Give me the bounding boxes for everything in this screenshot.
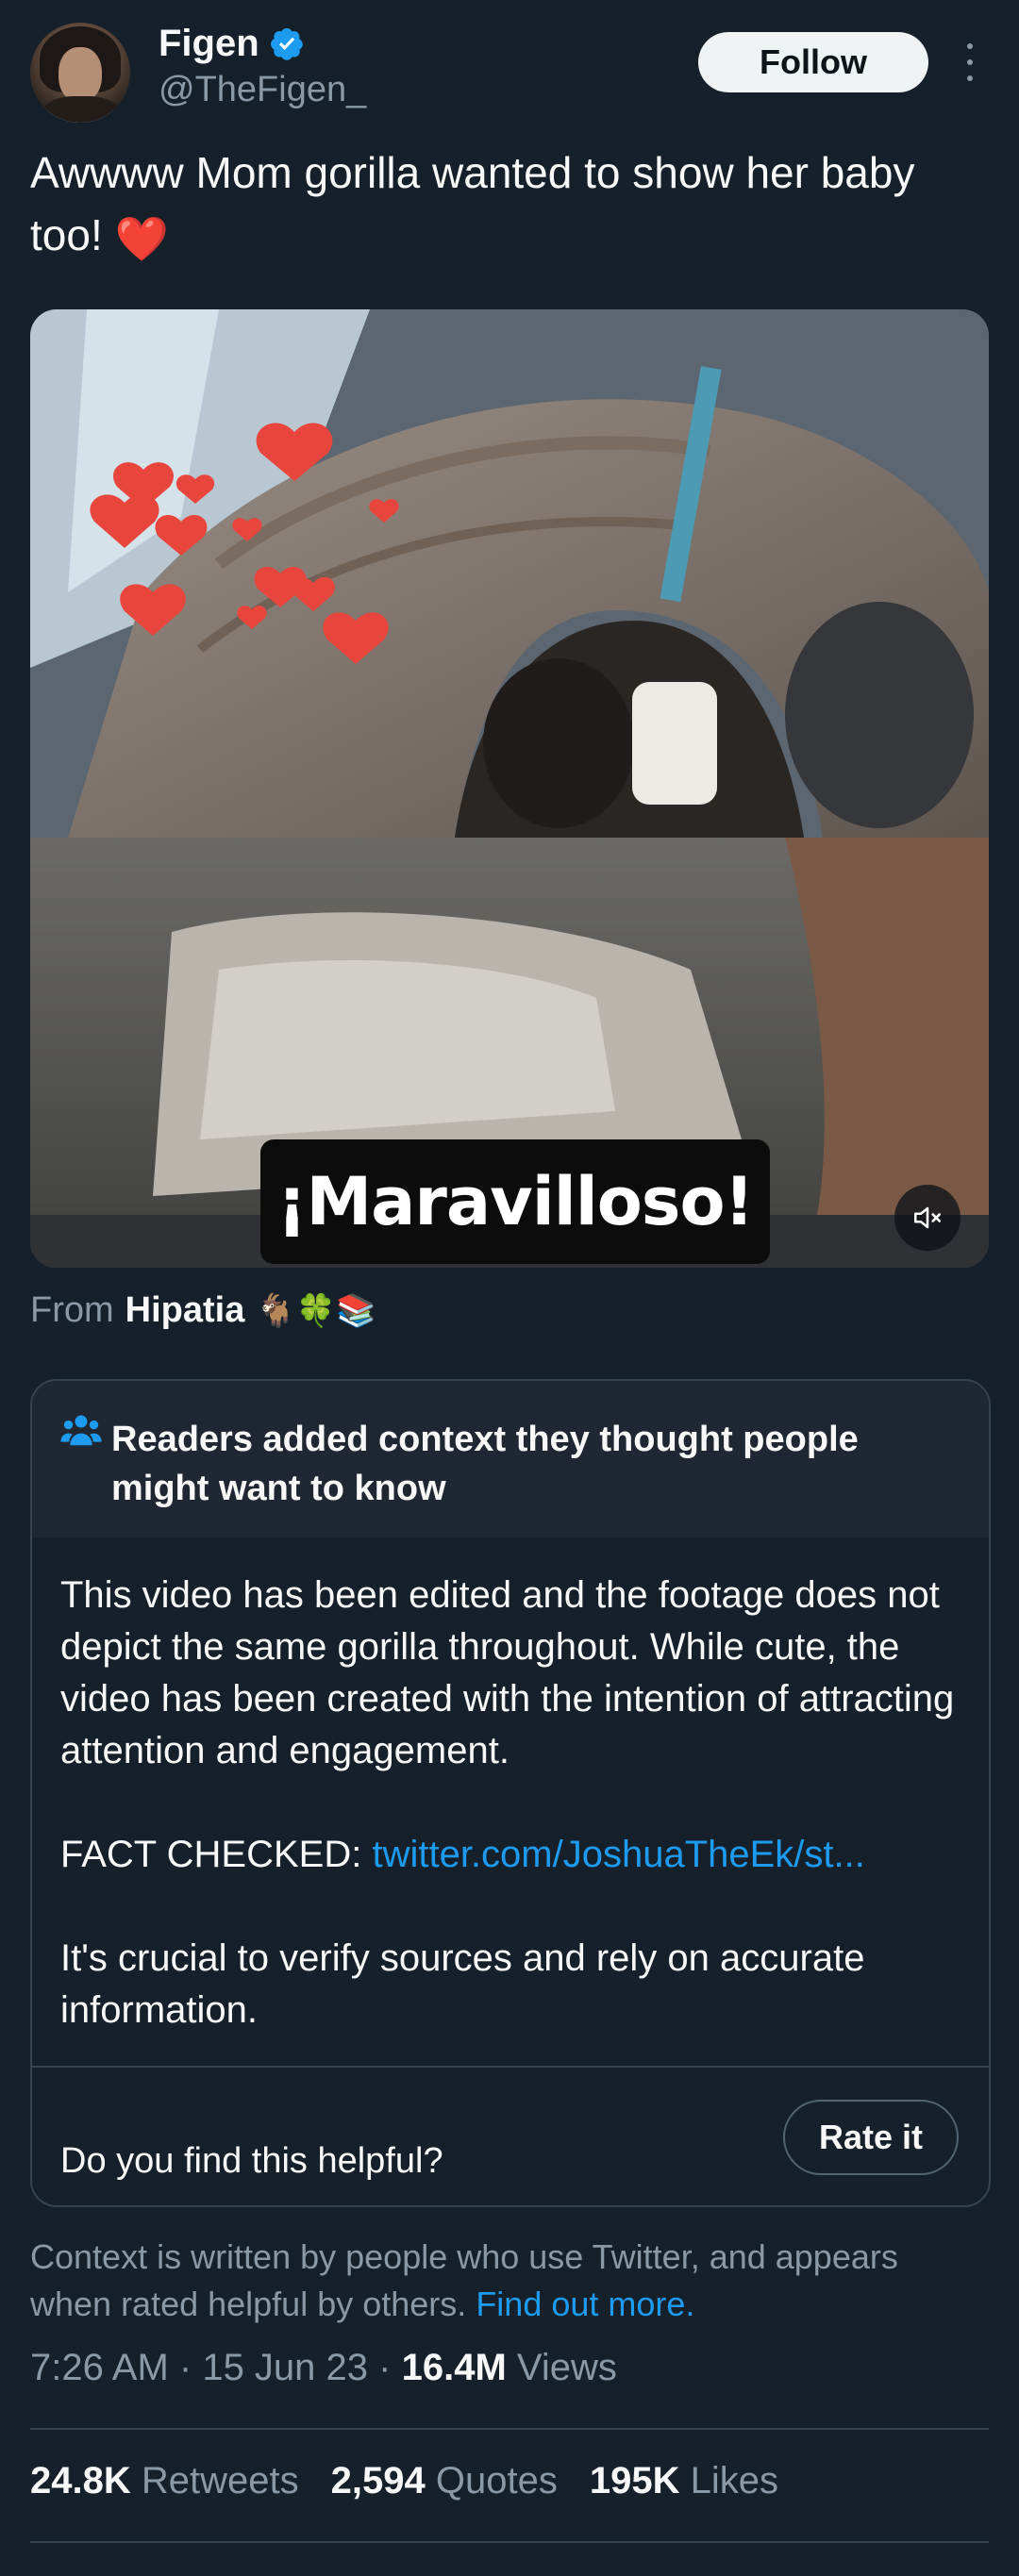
tweet-meta: 7:26 AM · 15 Jun 23 · 16.4M Views bbox=[30, 2347, 617, 2388]
community-note-body: This video has been edited and the foota… bbox=[60, 1570, 966, 2088]
heart-emoji: ❤️ bbox=[114, 213, 169, 263]
video-frame bbox=[30, 309, 989, 1268]
engagement-stats: 24.8K Retweets 2,594 Quotes 195K Likes bbox=[30, 2460, 778, 2502]
community-note-title: Readers added context they thought peopl… bbox=[111, 1420, 859, 1508]
more-options-icon[interactable] bbox=[953, 43, 987, 81]
video-player[interactable] bbox=[30, 309, 989, 1268]
quotes-count: 2,594 bbox=[330, 2460, 426, 2501]
fact-checked-link[interactable]: twitter.com/JoshuaTheEk/st... bbox=[372, 1834, 864, 1875]
likes-count: 195K bbox=[589, 2460, 680, 2501]
context-footer: Context is written by people who use Twi… bbox=[30, 2234, 983, 2328]
rate-it-button[interactable]: Rate it bbox=[783, 2100, 959, 2175]
speaker-muted-icon[interactable] bbox=[894, 1185, 961, 1251]
verified-badge-icon bbox=[270, 27, 303, 60]
views-count: 16.4M bbox=[401, 2347, 507, 2388]
retweets-stat[interactable]: 24.8K Retweets bbox=[30, 2460, 299, 2502]
retweets-label: Retweets bbox=[141, 2460, 299, 2501]
author-name[interactable]: Figen bbox=[159, 23, 259, 65]
views-label: Views bbox=[516, 2347, 617, 2388]
note-paragraph: It's crucial to verify sources and rely … bbox=[60, 1937, 865, 2031]
likes-stat[interactable]: 195K Likes bbox=[590, 2460, 778, 2502]
author-avatar[interactable] bbox=[30, 23, 130, 123]
video-caption: ¡Maravilloso! bbox=[260, 1139, 770, 1264]
source-prefix: From bbox=[30, 1290, 114, 1330]
quotes-stat[interactable]: 2,594 Quotes bbox=[331, 2460, 558, 2502]
fact-checked-label: FACT CHECKED: bbox=[60, 1834, 362, 1875]
divider bbox=[32, 2066, 989, 2068]
find-out-more-link[interactable]: Find out more. bbox=[476, 2285, 694, 2323]
divider bbox=[30, 2541, 989, 2543]
likes-label: Likes bbox=[690, 2460, 778, 2501]
media-source: From Hipatia 🐐🍀📚 bbox=[30, 1290, 376, 1331]
tweet-time[interactable]: 7:26 AM bbox=[30, 2347, 169, 2388]
community-note-header: Readers added context they thought peopl… bbox=[32, 1381, 989, 1537]
source-name-link[interactable]: Hipatia bbox=[125, 1290, 245, 1331]
note-fact-check: FACT CHECKED: twitter.com/JoshuaTheEk/st… bbox=[60, 1829, 966, 1881]
follow-button[interactable]: Follow bbox=[698, 32, 928, 92]
people-icon bbox=[60, 1415, 102, 1446]
author-name-row: Figen bbox=[159, 23, 305, 64]
context-footer-text: Context is written by people who use Twi… bbox=[30, 2237, 898, 2323]
community-note: Readers added context they thought peopl… bbox=[30, 1379, 991, 2207]
helpful-question: Do you find this helpful? bbox=[60, 2141, 443, 2181]
tweet-text: Awwww Mom gorilla wanted to show her bab… bbox=[30, 141, 974, 270]
source-emojis: 🐐🍀📚 bbox=[256, 1292, 376, 1329]
divider bbox=[30, 2428, 989, 2430]
retweets-count: 24.8K bbox=[30, 2460, 131, 2501]
quotes-label: Quotes bbox=[435, 2460, 558, 2501]
tweet-date[interactable]: 15 Jun 23 bbox=[202, 2347, 368, 2388]
author-handle[interactable]: @TheFigen_ bbox=[159, 70, 366, 110]
note-paragraph: This video has been edited and the foota… bbox=[60, 1574, 955, 1771]
